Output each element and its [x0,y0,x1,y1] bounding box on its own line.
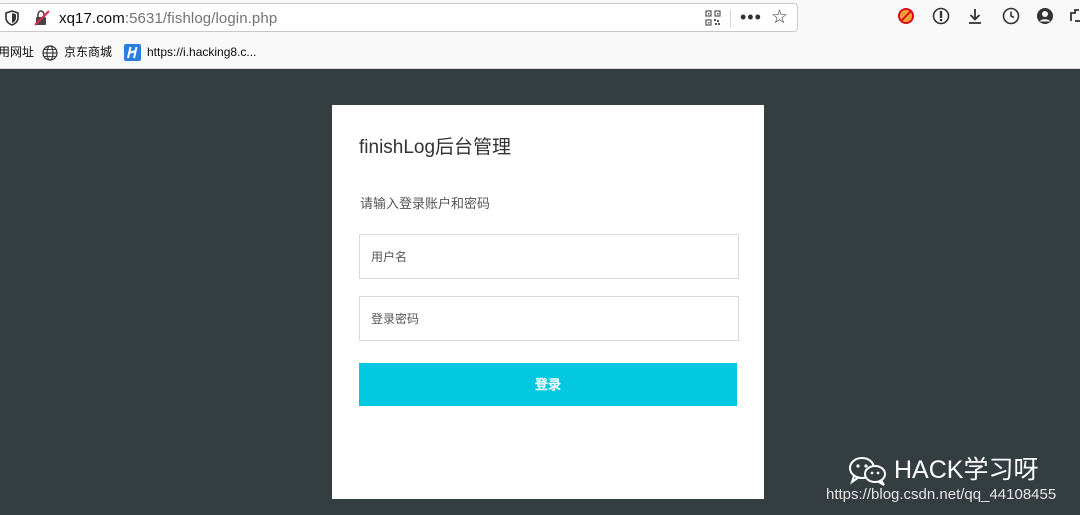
password-field [359,296,739,341]
url-host: xq17.com [59,10,125,27]
username-field [359,234,739,279]
login-instruction: 请输入登录账户和密码 [360,196,491,211]
bookmark-star-icon[interactable]: ☆ [771,8,788,28]
bookmark-item[interactable]: 京东商城 [42,43,112,61]
browser-toolbar: xq17.com:5631/fishlog/login.php ••• ☆ [0,0,1080,36]
urlbar-separator [730,10,731,28]
url-path: :5631/fishlog/login.php [124,10,278,27]
page-actions-button[interactable]: ••• [740,4,762,30]
wechat-icon [849,457,886,487]
login-card: finishLog后台管理 请输入登录账户和密码 登录 [332,105,764,499]
bookmark-item[interactable]: https://i.hacking8.c... [124,43,257,62]
address-bar[interactable]: xq17.com:5631/fishlog/login.php ••• ☆ [0,3,798,32]
tracking-shield-icon[interactable] [5,10,19,26]
username-input[interactable] [360,235,738,278]
insecure-lock-icon[interactable] [33,9,51,27]
blocked-addon-icon[interactable] [897,7,915,25]
info-icon[interactable] [932,7,950,25]
page-title: finishLog后台管理 [359,137,512,158]
bookmark-label: 京东商城 [64,45,113,59]
url-text[interactable]: xq17.com:5631/fishlog/login.php [59,10,277,27]
bookmark-item[interactable]: 用网址 [0,43,34,61]
qr-code-icon[interactable] [705,10,721,26]
bookmark-label: https://i.hacking8.c... [147,45,257,59]
login-button[interactable]: 登录 [359,363,737,406]
overflow-icon[interactable] [1068,7,1080,25]
watermark-brand-text: HACK学习呀 [894,456,1039,484]
history-icon[interactable] [1002,7,1020,25]
hacking8-icon [124,44,141,62]
bookmarks-toolbar: 用网址 京东商城 https://i.hacking8.c... [0,36,1080,69]
bookmark-label: 用网址 [0,45,35,59]
watermark-brand: HACK学习呀 [848,450,1039,487]
account-icon[interactable] [1036,7,1054,25]
password-input[interactable] [360,297,738,340]
globe-icon [42,45,58,61]
watermark-url: https://blog.csdn.net/qq_44108455 [826,486,1057,503]
download-icon[interactable] [966,7,984,25]
